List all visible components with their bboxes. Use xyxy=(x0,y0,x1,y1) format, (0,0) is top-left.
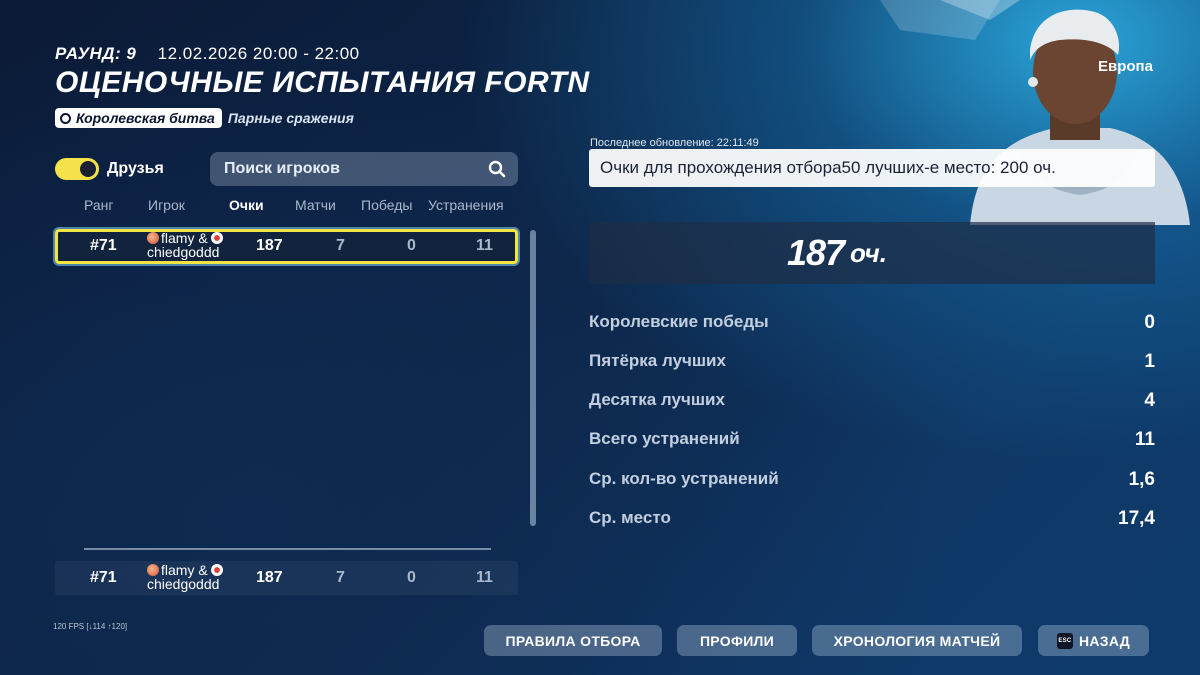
stat-value: 0 xyxy=(1144,312,1155,333)
toggle-knob xyxy=(80,161,96,177)
table-row[interactable] xyxy=(55,229,518,264)
match-history-button-label: ХРОНОЛОГИЯ МАТЧЕЙ xyxy=(833,632,1001,649)
row-rank: #71 xyxy=(90,237,117,254)
round-info: РАУНД: 9 12.02.2026 20:00 - 22:00 xyxy=(55,44,360,64)
stat-label: Ср. кол-во устранений xyxy=(589,469,779,488)
stat-value: 1,6 xyxy=(1128,469,1155,490)
col-matches[interactable]: Матчи xyxy=(295,197,336,213)
score-value: 187 xyxy=(786,232,845,273)
player-avatar xyxy=(147,232,159,244)
stat-row: Пятёрка лучших 1 xyxy=(589,351,1155,373)
stat-row: Десятка лучших 4 xyxy=(589,390,1155,412)
round-label: РАУНД: 9 xyxy=(55,44,137,63)
mode-badge: Королевская битва xyxy=(55,108,222,128)
match-history-button[interactable]: ХРОНОЛОГИЯ МАТЧЕЙ xyxy=(812,625,1022,656)
pinned-wins: 0 xyxy=(407,569,416,586)
profiles-button[interactable]: ПРОФИЛИ xyxy=(677,625,797,656)
pinned-elims: 11 xyxy=(476,569,493,586)
mode-icon xyxy=(60,112,71,124)
region-label: Европа xyxy=(1098,58,1153,75)
stat-row: Ср. место 17,4 xyxy=(589,508,1155,530)
pinned-matches: 7 xyxy=(336,569,345,586)
page-title: ОЦЕНОЧНЫЕ ИСПЫТАНИЯ FORTNITE xyxy=(55,66,590,99)
player-name-2: chiedgoddd xyxy=(147,244,220,260)
submode-label: Парные сражения xyxy=(227,110,354,126)
back-button[interactable]: ESC НАЗАД xyxy=(1038,625,1149,656)
list-scrollbar[interactable] xyxy=(530,230,536,526)
col-elims[interactable]: Устранения xyxy=(428,197,504,213)
friends-toggle[interactable] xyxy=(55,158,99,180)
back-button-label: НАЗАД xyxy=(1078,632,1131,649)
pinned-points: 187 xyxy=(256,569,283,586)
stat-label: Королевские победы xyxy=(589,312,769,331)
list-divider xyxy=(84,548,491,550)
col-points[interactable]: Очки xyxy=(229,197,264,213)
col-player[interactable]: Игрок xyxy=(148,197,185,213)
pinned-rank: #71 xyxy=(90,569,117,586)
search-icon[interactable] xyxy=(488,160,506,178)
teammate-avatar xyxy=(210,232,223,244)
row-wins: 0 xyxy=(407,237,416,254)
player-name-2: chiedgoddd xyxy=(147,576,220,592)
stat-row: Всего устранений 11 xyxy=(589,429,1155,451)
round-datetime: 12.02.2026 20:00 - 22:00 xyxy=(157,44,360,63)
stat-value: 17,4 xyxy=(1118,508,1155,529)
stat-label: Всего устранений xyxy=(589,429,740,448)
pinned-row[interactable] xyxy=(55,561,518,595)
profiles-button-label: ПРОФИЛИ xyxy=(699,632,775,649)
mode-row: Королевская битва Парные сражения xyxy=(55,108,354,128)
rules-button[interactable]: ПРАВИЛА ОТБОРА xyxy=(484,625,662,656)
search-box[interactable] xyxy=(210,152,518,186)
row-matches: 7 xyxy=(336,237,345,254)
pinned-player: flamy & chiedgoddd xyxy=(147,563,223,591)
teammate-avatar xyxy=(210,564,223,576)
stat-value: 1 xyxy=(1144,351,1155,372)
stat-value: 11 xyxy=(1134,429,1155,450)
friends-toggle-label: Друзья xyxy=(107,160,164,177)
fps-counter: 120 FPS [↓114 ↑120] xyxy=(53,622,128,631)
stat-value: 4 xyxy=(1144,390,1155,411)
total-score: 187 оч. xyxy=(589,222,1155,284)
stat-label: Десятка лучших xyxy=(589,390,725,409)
rules-button-label: ПРАВИЛА ОТБОРА xyxy=(505,632,641,649)
last-updated: Последнее обновление: 22:11:49 xyxy=(590,137,759,149)
col-rank[interactable]: Ранг xyxy=(84,197,114,213)
esc-key-icon: ESC xyxy=(1056,632,1073,649)
mode-label: Королевская битва xyxy=(76,110,215,126)
player-avatar xyxy=(147,564,159,576)
stat-label: Пятёрка лучших xyxy=(589,351,726,370)
score-unit: оч. xyxy=(850,237,888,268)
stat-label: Ср. место xyxy=(589,508,671,527)
character-portrait xyxy=(880,0,1190,225)
row-points: 187 xyxy=(256,237,283,254)
col-wins[interactable]: Победы xyxy=(361,197,412,213)
qualification-threshold: Очки для прохождения отбора50 лучших-е м… xyxy=(589,149,1155,187)
stat-row: Ср. кол-во устранений 1,6 xyxy=(589,469,1155,491)
row-elims: 11 xyxy=(476,237,493,254)
search-input[interactable] xyxy=(222,159,466,179)
stat-row: Королевские победы 0 xyxy=(589,312,1155,334)
row-player: flamy & chiedgoddd xyxy=(147,231,223,259)
